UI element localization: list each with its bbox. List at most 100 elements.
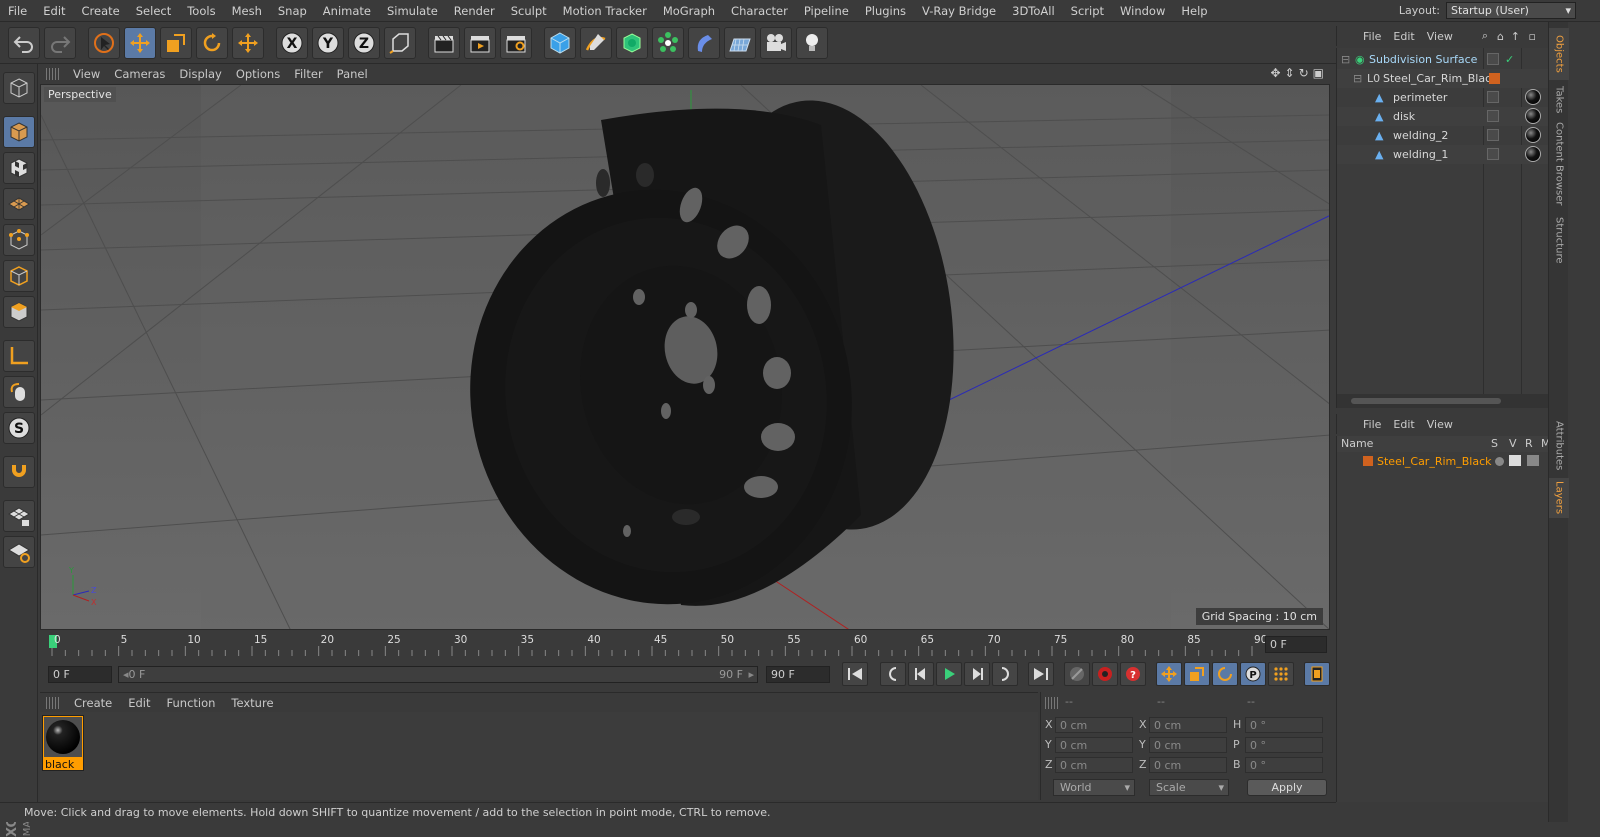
drag-handle-icon[interactable] (1045, 697, 1059, 709)
viewport-menu-view[interactable]: View (66, 67, 107, 81)
collapse-icon[interactable]: ⊟ (1353, 72, 1362, 85)
pen-spline-button[interactable] (580, 27, 612, 59)
rotation-b-field[interactable]: 0 ° (1245, 757, 1323, 773)
menu-snap[interactable]: Snap (270, 4, 315, 18)
search-icon[interactable]: ⌕ (1482, 29, 1488, 43)
goto-next-key-button[interactable] (992, 662, 1018, 686)
material-menu-create[interactable]: Create (66, 696, 120, 710)
subdivision-button[interactable] (616, 27, 648, 59)
drag-handle-icon[interactable] (46, 696, 60, 709)
key-position-button[interactable] (1156, 662, 1182, 686)
visibility-toggle[interactable] (1487, 91, 1499, 103)
make-editable-button[interactable] (3, 72, 35, 104)
render-settings-button[interactable] (500, 27, 532, 59)
menu-render[interactable]: Render (446, 4, 503, 18)
menu-sculpt[interactable]: Sculpt (503, 4, 555, 18)
start-frame-field[interactable]: 0 F (48, 666, 112, 683)
current-frame-field[interactable]: 0 F (1265, 636, 1327, 653)
layer-menu-edit[interactable]: Edit (1387, 418, 1420, 431)
object-row-steel-car-rim-black[interactable]: ⊟ L0 Steel_Car_Rim_Black (1337, 69, 1549, 88)
move-tool-button[interactable] (124, 27, 156, 59)
undo-button[interactable] (8, 27, 40, 59)
perspective-viewport[interactable]: Y Z X Perspective Grid Spacing : 10 cm (40, 84, 1330, 630)
layer-row[interactable]: Steel_Car_Rim_Black (1337, 452, 1549, 471)
viewport-menu-filter[interactable]: Filter (287, 67, 329, 81)
planar-workplane-button[interactable] (3, 536, 35, 568)
tab-takes[interactable]: Takes (1549, 82, 1569, 118)
key-parameter-button[interactable]: P (1240, 662, 1266, 686)
viewport-menu-panel[interactable]: Panel (330, 67, 375, 81)
collapse-icon[interactable]: ⊟ (1341, 53, 1350, 66)
redo-button[interactable] (44, 27, 76, 59)
menu-edit[interactable]: Edit (35, 4, 73, 18)
material-menu-texture[interactable]: Texture (223, 696, 281, 710)
solo-toggle[interactable] (1495, 457, 1504, 466)
material-tag-icon[interactable] (1525, 108, 1541, 124)
cube-object-button[interactable] (544, 27, 576, 59)
workplane-mode-button[interactable] (3, 188, 35, 220)
tab-attributes[interactable]: Attributes (1549, 418, 1569, 474)
pan-view-icon[interactable]: ✥ (1270, 66, 1280, 80)
goto-start-button[interactable] (842, 662, 868, 686)
object-row-welding-2[interactable]: ▲ welding_2 (1337, 126, 1549, 145)
material-tag-icon[interactable] (1525, 89, 1541, 105)
tab-content-browser[interactable]: Content Browser (1549, 120, 1569, 208)
material-tag-icon[interactable] (1525, 127, 1541, 143)
render-toggle-icon[interactable] (1527, 455, 1539, 466)
size-x-field[interactable]: 0 cm (1149, 717, 1227, 733)
record-keys-disabled-button[interactable] (1064, 662, 1090, 686)
model-mode-button[interactable] (3, 116, 35, 148)
layout-select[interactable]: Startup (User) ▾ (1446, 2, 1576, 19)
menu-mograph[interactable]: MoGraph (655, 4, 723, 18)
y-axis-lock-button[interactable]: Y (312, 27, 344, 59)
menu-file[interactable]: File (0, 4, 35, 18)
tweak-mode-button[interactable] (3, 376, 35, 408)
record-button[interactable] (1092, 662, 1118, 686)
material-menu-function[interactable]: Function (159, 696, 224, 710)
play-button[interactable] (936, 662, 962, 686)
object-row-disk[interactable]: ▲ disk (1337, 107, 1549, 126)
goto-prev-key-button[interactable] (880, 662, 906, 686)
eye-icon[interactable] (1509, 455, 1521, 466)
coordinate-space-select[interactable]: World ▾ (1053, 779, 1135, 796)
render-to-picture-viewer-button[interactable] (464, 27, 496, 59)
visibility-toggle[interactable] (1487, 53, 1499, 65)
visibility-toggle[interactable] (1487, 148, 1499, 160)
texture-mode-button[interactable] (3, 152, 35, 184)
material-tag-icon[interactable] (1525, 146, 1541, 162)
maximize-view-icon[interactable]: ▣ (1313, 66, 1324, 80)
menu-select[interactable]: Select (128, 4, 179, 18)
menu-simulate[interactable]: Simulate (379, 4, 446, 18)
polygons-mode-button[interactable] (3, 296, 35, 328)
menu-pipeline[interactable]: Pipeline (796, 4, 857, 18)
tab-layers[interactable]: Layers (1549, 478, 1569, 518)
menu-window[interactable]: Window (1112, 4, 1173, 18)
key-pla-button[interactable] (1268, 662, 1294, 686)
size-mode-select[interactable]: Scale ▾ (1149, 779, 1229, 796)
position-x-field[interactable]: 0 cm (1055, 717, 1133, 733)
position-y-field[interactable]: 0 cm (1055, 737, 1133, 753)
dolly-view-icon[interactable]: ⇕ (1285, 66, 1295, 80)
light-button[interactable] (796, 27, 828, 59)
prev-frame-button[interactable] (908, 662, 934, 686)
z-axis-lock-button[interactable]: Z (348, 27, 380, 59)
object-row-welding-1[interactable]: ▲ welding_1 (1337, 145, 1549, 164)
apply-button[interactable]: Apply (1247, 779, 1327, 796)
menu-motion-tracker[interactable]: Motion Tracker (555, 4, 655, 18)
position-z-field[interactable]: 0 cm (1055, 757, 1133, 773)
render-view-button[interactable] (428, 27, 460, 59)
rotation-p-field[interactable]: 0 ° (1245, 737, 1323, 753)
camera-button[interactable] (760, 27, 792, 59)
live-selection-button[interactable] (88, 27, 120, 59)
rotation-h-field[interactable]: 0 ° (1245, 717, 1323, 733)
enable-axis-button[interactable] (3, 340, 35, 372)
checkmark-icon[interactable]: ✓ (1505, 53, 1514, 66)
next-frame-button[interactable] (964, 662, 990, 686)
frame-range-slider[interactable]: ◂ 0 F 90 F ▸ (118, 666, 758, 683)
coordinate-system-button[interactable] (384, 27, 416, 59)
material-menu-edit[interactable]: Edit (120, 696, 158, 710)
menu-animate[interactable]: Animate (315, 4, 379, 18)
layer-menu-file[interactable]: File (1357, 418, 1387, 431)
timeline-window-button[interactable] (1304, 662, 1330, 686)
timeline-ruler[interactable]: 0 5 10 15 20 25 30 35 40 45 50 55 60 65 70 75 80 85 90 0 F (40, 632, 1330, 658)
